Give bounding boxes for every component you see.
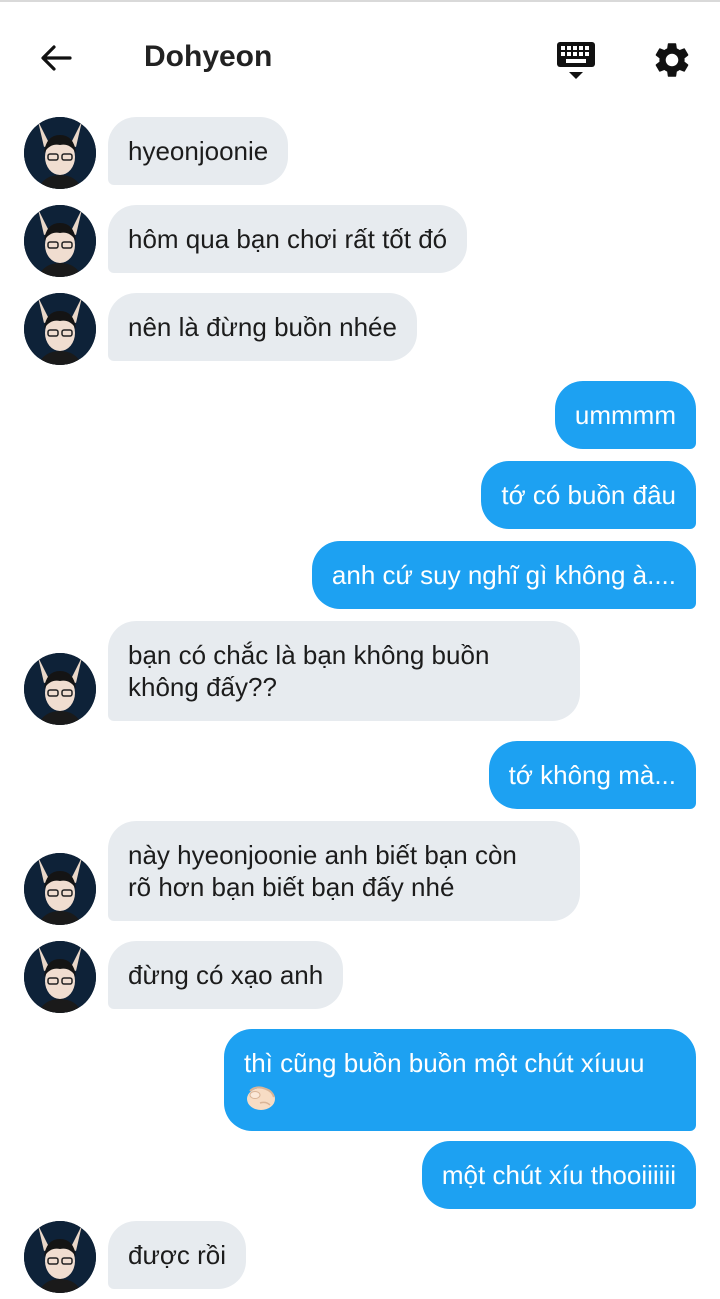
message-text: được rồi: [128, 1240, 227, 1270]
outgoing-message[interactable]: tớ không mà...: [488, 741, 696, 809]
pinching-hand-icon: [247, 1086, 275, 1111]
back-button[interactable]: [30, 32, 82, 84]
avatar-photo-icon: [24, 653, 96, 725]
incoming-message[interactable]: hyeonjoonie: [108, 117, 289, 185]
avatar-photo-icon: [24, 941, 96, 1013]
message-text: bạn có chắc là bạn không buồn: [128, 640, 490, 670]
avatar-photo-icon: [24, 117, 96, 189]
outgoing-message[interactable]: một chút xíu thooiiiiii: [421, 1141, 696, 1209]
arrow-left-icon: [41, 45, 72, 71]
message-text: một chút xíu thooiiiiii: [441, 1160, 676, 1190]
incoming-message[interactable]: nên là đừng buồn nhée: [108, 293, 417, 361]
message-text: hyeonjoonie: [128, 136, 269, 166]
message-text: tớ không mà...: [508, 760, 676, 790]
outgoing-message[interactable]: thì cũng buồn buồn một chút xíuuu: [224, 1029, 696, 1132]
keyboard-icon: [557, 42, 595, 79]
incoming-message[interactable]: này hyeonjoonie anh biết bạn còn rõ hơn …: [108, 821, 580, 921]
outgoing-message[interactable]: anh cứ suy nghĩ gì không à....: [311, 541, 696, 609]
avatar[interactable]: [24, 293, 96, 365]
settings-button[interactable]: [644, 32, 700, 88]
keyboard-button[interactable]: [548, 32, 604, 88]
avatar-photo-icon: [24, 853, 96, 925]
avatar[interactable]: [24, 117, 96, 189]
avatar[interactable]: [24, 205, 96, 277]
message-text: rõ hơn bạn biết bạn đấy nhé: [128, 872, 455, 902]
avatar[interactable]: [24, 653, 96, 725]
message-text: nên là đừng buồn nhée: [128, 312, 397, 342]
avatar[interactable]: [24, 1221, 96, 1293]
message-text: này hyeonjoonie anh biết bạn còn: [128, 840, 517, 870]
outgoing-message[interactable]: ummmm: [554, 381, 696, 449]
incoming-message[interactable]: bạn có chắc là bạn không buồn không đấy?…: [108, 621, 580, 721]
message-text: hôm qua bạn chơi rất tốt đó: [128, 224, 448, 254]
incoming-message[interactable]: hôm qua bạn chơi rất tốt đó: [108, 205, 468, 273]
chat-title: Dohyeon: [144, 40, 273, 73]
message-text: đừng có xạo anh: [128, 960, 324, 990]
message-text: không đấy??: [128, 672, 277, 702]
incoming-message[interactable]: đừng có xạo anh: [108, 941, 344, 1009]
gear-icon: [655, 43, 689, 77]
message-text: ummmm: [574, 400, 676, 430]
avatar[interactable]: [24, 941, 96, 1013]
message-emoji-line: [244, 1079, 676, 1113]
message-text: anh cứ suy nghĩ gì không à....: [331, 560, 676, 590]
message-text: tớ có buồn đâu: [501, 480, 676, 510]
chat-header: Dohyeon: [0, 2, 720, 106]
avatar-photo-icon: [24, 1221, 96, 1293]
avatar-photo-icon: [24, 293, 96, 365]
incoming-message[interactable]: được rồi: [108, 1221, 247, 1289]
avatar[interactable]: [24, 853, 96, 925]
message-text: thì cũng buồn buồn một chút xíuuu: [244, 1048, 645, 1078]
outgoing-message[interactable]: tớ có buồn đâu: [481, 461, 696, 529]
avatar-photo-icon: [24, 205, 96, 277]
